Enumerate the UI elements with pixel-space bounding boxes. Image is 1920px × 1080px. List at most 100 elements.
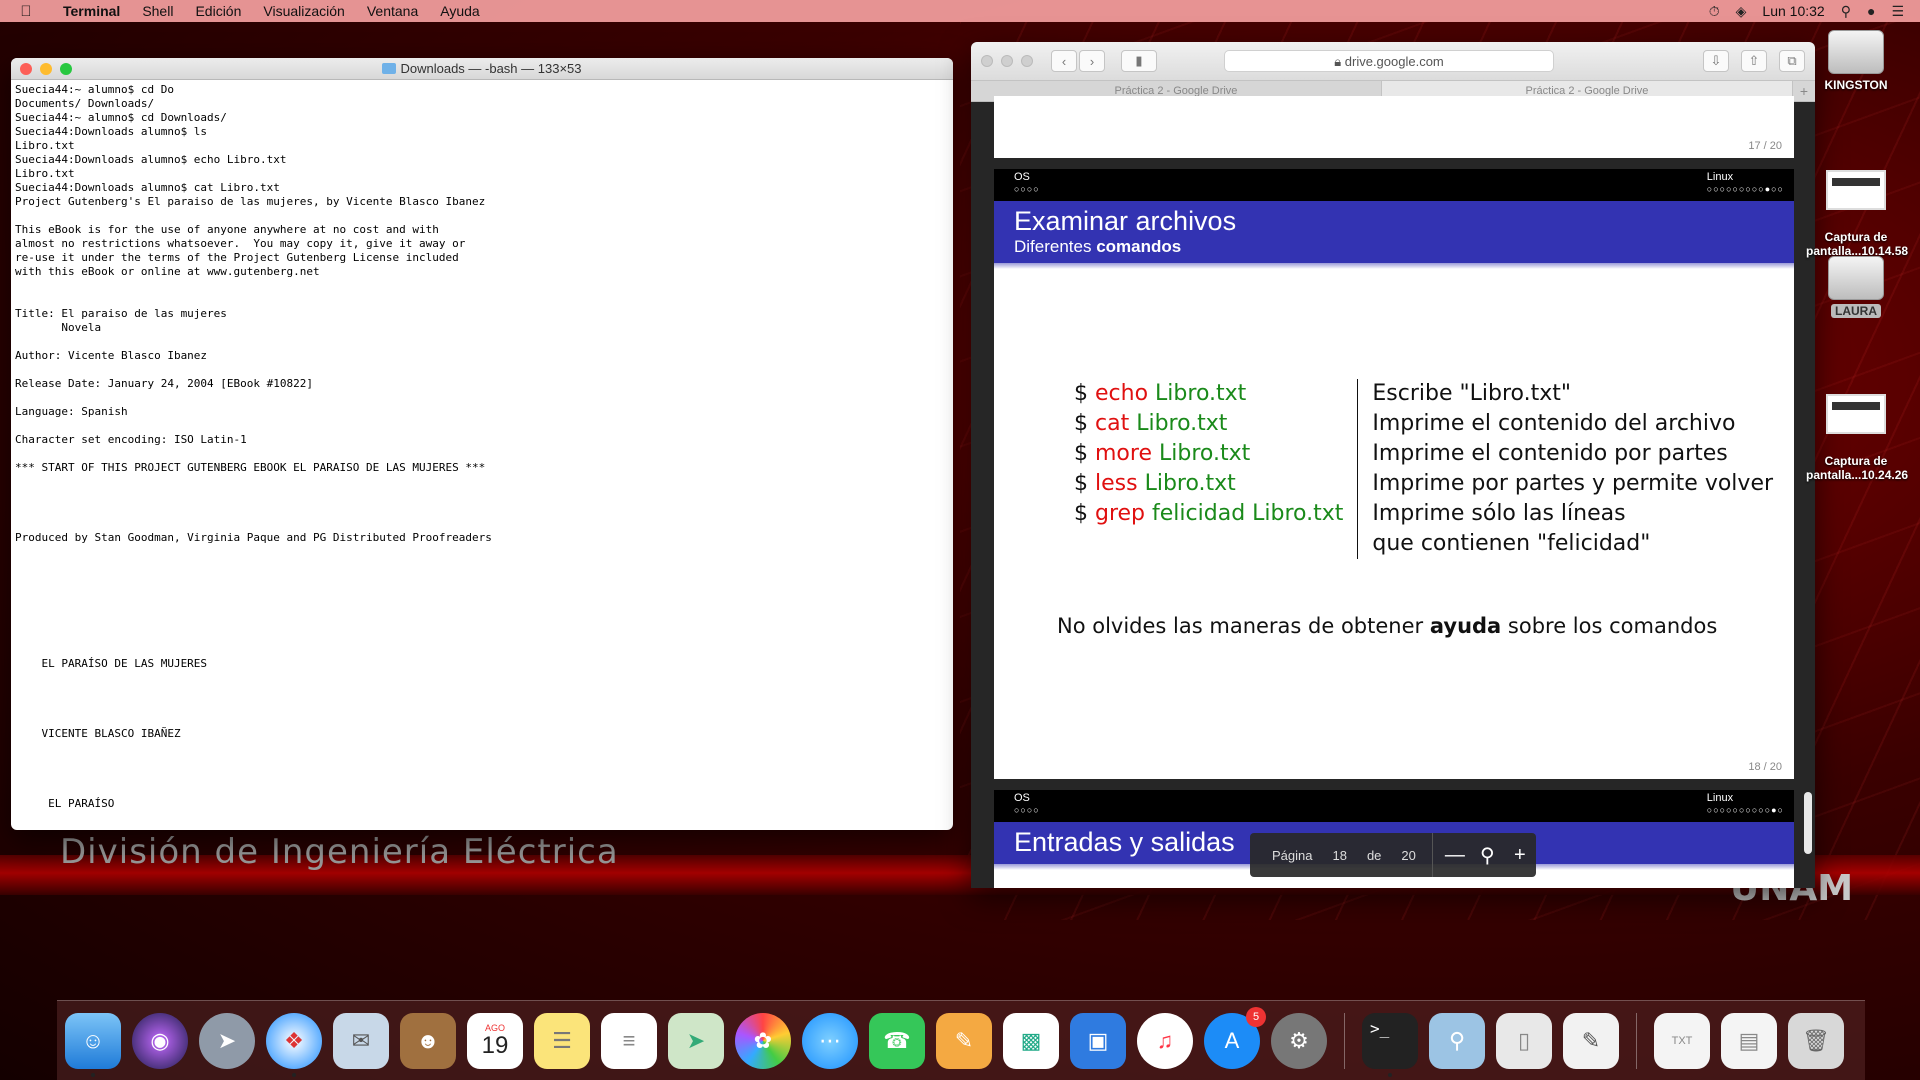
- terminal-output[interactable]: Suecia44:~ alumno$ cd Do Documents/ Down…: [11, 80, 953, 814]
- screenshot-icon: [1826, 170, 1886, 210]
- downloads-stack-icon[interactable]: ▤: [1721, 1012, 1777, 1069]
- dock: ☺ ◉ ➤ ❖ ✉ ☻ AGO 19 ☰ ≡ ➤ ✿ ⋯ ☎ ✎ ▩ ▣ ♫ A…: [57, 1000, 1865, 1080]
- close-button[interactable]: [20, 63, 32, 75]
- safari-toolbar: ‹ › ▮ 🔒︎ drive.google.com ⇩ ⇧ ⧉: [971, 42, 1815, 80]
- description-row: Imprime el contenido del archivo: [1372, 411, 1736, 436]
- of-label: de: [1366, 847, 1382, 863]
- header-dots-left: ○○○○: [1014, 184, 1040, 194]
- address-bar[interactable]: 🔒︎ drive.google.com: [1224, 50, 1554, 72]
- description-row: Escribe "Libro.txt": [1372, 381, 1571, 406]
- mail-stamp-icon[interactable]: ✉: [333, 1012, 389, 1069]
- siri-icon[interactable]: ●: [1867, 3, 1875, 19]
- numbers-icon[interactable]: ▩: [1003, 1012, 1059, 1069]
- notes-icon[interactable]: ☰: [534, 1012, 590, 1069]
- menu-clock[interactable]: Lun 10:32: [1762, 3, 1824, 19]
- slide-title-bar: Examinar archivos Diferentes comandos: [994, 201, 1794, 269]
- desktop-drive-kingston[interactable]: KINGSTON: [1806, 30, 1906, 92]
- trash-icon[interactable]: 🗑︎: [1788, 1012, 1844, 1069]
- apple-menu-icon[interactable]: : [0, 3, 52, 20]
- zoom-icon[interactable]: ⚲: [1471, 843, 1503, 868]
- textedit-icon[interactable]: ✎: [1563, 1012, 1619, 1069]
- zoom-button[interactable]: [60, 63, 72, 75]
- minimize-button[interactable]: [1001, 55, 1013, 67]
- menu-ventana[interactable]: Ventana: [356, 3, 429, 19]
- reminders-icon[interactable]: ≡: [601, 1012, 657, 1069]
- page-label: Página: [1272, 847, 1313, 863]
- slide-subtitle: Diferentes comandos: [1014, 237, 1182, 256]
- menu-shell[interactable]: Shell: [131, 3, 184, 19]
- command-row: $ echo Libro.txt: [1074, 381, 1247, 406]
- back-button[interactable]: ‹: [1051, 50, 1077, 72]
- timer-icon[interactable]: ⏱: [1709, 3, 1720, 20]
- calendar-icon[interactable]: AGO 19: [467, 1012, 523, 1069]
- forward-button[interactable]: ›: [1079, 50, 1105, 72]
- messages-icon[interactable]: ⋯: [802, 1012, 858, 1069]
- zoom-out-icon[interactable]: —: [1439, 844, 1471, 867]
- terminal-titlebar[interactable]: Downloads — -bash — 133×53: [11, 58, 953, 80]
- notification-center-icon[interactable]: ☰: [1891, 3, 1904, 20]
- header-dots-right: ○○○○○○○○○●○○: [1706, 184, 1784, 194]
- wifi-icon[interactable]: ◈: [1736, 3, 1747, 20]
- page-number: 17 / 20: [1748, 140, 1782, 152]
- page-number: 18 / 20: [1748, 761, 1782, 773]
- description-row: Imprime por partes y permite volver: [1372, 471, 1774, 496]
- lock-icon: 🔒︎: [1334, 54, 1342, 69]
- system-preferences-icon[interactable]: ⚙: [1271, 1012, 1327, 1069]
- dock-separator: [1344, 1012, 1345, 1069]
- zoom-button[interactable]: [1021, 55, 1033, 67]
- maps-icon[interactable]: ➤: [668, 1012, 724, 1069]
- dock-separator: [1636, 1012, 1637, 1069]
- total-pages: 20: [1401, 847, 1416, 863]
- txt-file-icon[interactable]: TXT: [1654, 1012, 1710, 1069]
- pdf-viewer[interactable]: 17 / 20 OS ○○○○ Linux ○○○○○○○○○●○○ Exami…: [971, 96, 1815, 888]
- document-icon[interactable]: ▯: [1496, 1012, 1552, 1069]
- pdf-page-toolbar: Página 18 de 20 — ⚲ +: [1250, 833, 1536, 877]
- pdf-page-17: 17 / 20: [994, 96, 1794, 158]
- menu-edicion[interactable]: Edición: [184, 3, 252, 19]
- tabs-overview-icon[interactable]: ⧉: [1779, 50, 1805, 72]
- drive-icon: [1828, 30, 1884, 74]
- menu-visualizacion[interactable]: Visualización: [252, 3, 355, 19]
- help-note: No olvides las maneras de obtener ayuda …: [1057, 614, 1718, 638]
- siri-icon[interactable]: ◉: [132, 1012, 188, 1069]
- desktop-screenshot-2[interactable]: Captura de pantalla...10.24.26: [1806, 380, 1908, 482]
- spotlight-search-icon[interactable]: ⚲: [1841, 3, 1851, 20]
- header-section-right: Linux: [1706, 171, 1734, 183]
- contacts-icon[interactable]: ☻: [400, 1012, 456, 1069]
- terminal-icon[interactable]: >_: [1362, 1012, 1418, 1077]
- close-button[interactable]: [981, 55, 993, 67]
- desktop-drive-laura[interactable]: LAURA: [1806, 256, 1906, 318]
- safari-icon[interactable]: ❖: [266, 1012, 322, 1077]
- minimize-button[interactable]: [40, 63, 52, 75]
- app-store-icon[interactable]: A5: [1204, 1006, 1266, 1069]
- photos-icon[interactable]: ✿: [735, 1012, 791, 1069]
- address-bar-url: drive.google.com: [1344, 54, 1444, 69]
- safari-window: ‹ › ▮ 🔒︎ drive.google.com ⇩ ⇧ ⧉ Práctica…: [971, 42, 1815, 888]
- facetime-icon[interactable]: ☎: [869, 1012, 925, 1069]
- pages-icon[interactable]: ✎: [936, 1012, 992, 1069]
- launchpad-icon[interactable]: ➤: [199, 1012, 255, 1069]
- keynote-icon[interactable]: ▣: [1070, 1012, 1126, 1069]
- zoom-in-icon[interactable]: +: [1504, 844, 1536, 867]
- preview-icon[interactable]: ⚲: [1429, 1012, 1485, 1069]
- downloads-icon[interactable]: ⇩: [1703, 50, 1729, 72]
- finder-icon[interactable]: ☺: [65, 1012, 121, 1077]
- command-row: $ grep felicidad Libro.txt: [1074, 501, 1344, 526]
- menu-app-terminal[interactable]: Terminal: [52, 3, 131, 19]
- music-icon[interactable]: ♫: [1137, 1012, 1193, 1069]
- terminal-window: Downloads — -bash — 133×53 Suecia44:~ al…: [11, 58, 953, 830]
- slide-header: OS ○○○○ Linux ○○○○○○○○○○●○: [994, 790, 1794, 822]
- description-row: que contienen "felicidad": [1372, 531, 1651, 556]
- menu-ayuda[interactable]: Ayuda: [429, 3, 490, 19]
- wallpaper-text-division: División de Ingeniería Eléctrica: [60, 832, 619, 872]
- page-input[interactable]: 18: [1322, 848, 1356, 863]
- slide-title: Examinar archivos: [1014, 206, 1237, 236]
- sidebar-icon[interactable]: ▮: [1121, 50, 1157, 72]
- desktop-screenshot-1[interactable]: Captura de pantalla...10.14.58: [1806, 156, 1908, 258]
- scrollbar[interactable]: [1804, 792, 1812, 854]
- header-section-left: OS: [1014, 171, 1030, 183]
- share-icon[interactable]: ⇧: [1741, 50, 1767, 72]
- command-row: $ cat Libro.txt: [1074, 411, 1228, 436]
- folder-icon: [382, 63, 397, 74]
- command-row: $ less Libro.txt: [1074, 471, 1236, 496]
